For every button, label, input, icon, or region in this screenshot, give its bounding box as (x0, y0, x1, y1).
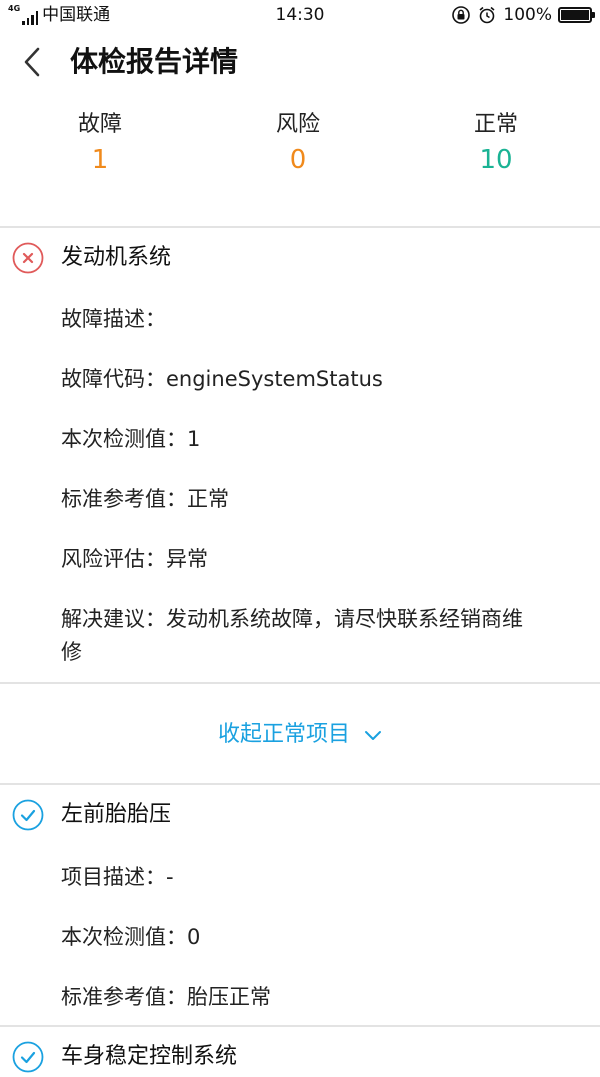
reference-value: 标准参考值：正常 (61, 487, 229, 511)
risk-assessment: 风险评估：异常 (61, 547, 208, 571)
back-button[interactable] (14, 44, 50, 80)
back-arrow-icon (24, 47, 40, 77)
rotation-lock-icon (452, 6, 471, 24)
suggestion: 解决建议：发动机系统故障，请尽快联系经销商维修 (61, 607, 523, 664)
current-value: 本次检测值：1 (61, 427, 201, 451)
divider (0, 682, 600, 684)
reference-value: 标准参考值：胎压正常 (61, 985, 271, 1009)
divider (0, 226, 600, 228)
summary-fault: 故障 1 (0, 110, 200, 178)
risk-label: 风险 (275, 112, 320, 137)
status-right: 100% (451, 5, 595, 25)
fault-item-title: 发动机系统 (61, 245, 172, 270)
normal-item-title: 车身稳定控制系统 (61, 1044, 238, 1069)
risk-count: 0 (289, 145, 307, 175)
fault-label: 故障 (77, 112, 122, 137)
check-icon (12, 1041, 44, 1073)
alarm-icon (479, 6, 495, 24)
collapse-row: 收起正常项目 (0, 713, 600, 757)
page-title: 体检报告详情 (70, 45, 239, 78)
fault-description: 故障描述： (61, 307, 166, 331)
normal-item-title: 左前胎胎压 (61, 802, 172, 827)
collapse-normal-button[interactable]: 收起正常项目 (218, 713, 382, 757)
check-icon (12, 799, 44, 831)
battery-icon (558, 7, 595, 23)
fault-x-icon (12, 242, 44, 274)
normal-item-header[interactable]: 左前胎胎压 (0, 795, 600, 835)
fault-item-header[interactable]: 发动机系统 (0, 238, 600, 278)
fault-count: 1 (91, 145, 109, 175)
divider (0, 1025, 600, 1027)
normal-label: 正常 (473, 112, 518, 137)
chevron-down-icon (365, 731, 381, 740)
nav-bar: 体检报告详情 (0, 32, 600, 92)
summary-risk: 风险 0 (198, 110, 398, 178)
divider (0, 783, 600, 785)
fault-code: 故障代码：engineSystemStatus (61, 367, 383, 391)
current-value: 本次检测值：0 (61, 925, 201, 949)
item-description: 项目描述：- (61, 865, 174, 889)
normal-item-header[interactable]: 车身稳定控制系统 (0, 1037, 600, 1077)
battery-percent: 100% (503, 5, 552, 25)
status-bar: 4G 中国联通 14:30 100% (0, 0, 600, 32)
summary-normal: 正常 10 (396, 110, 596, 178)
summary-panel: 故障 1 风险 0 正常 10 (0, 110, 600, 190)
normal-count: 10 (479, 145, 513, 175)
collapse-label: 收起正常项目 (217, 722, 350, 747)
